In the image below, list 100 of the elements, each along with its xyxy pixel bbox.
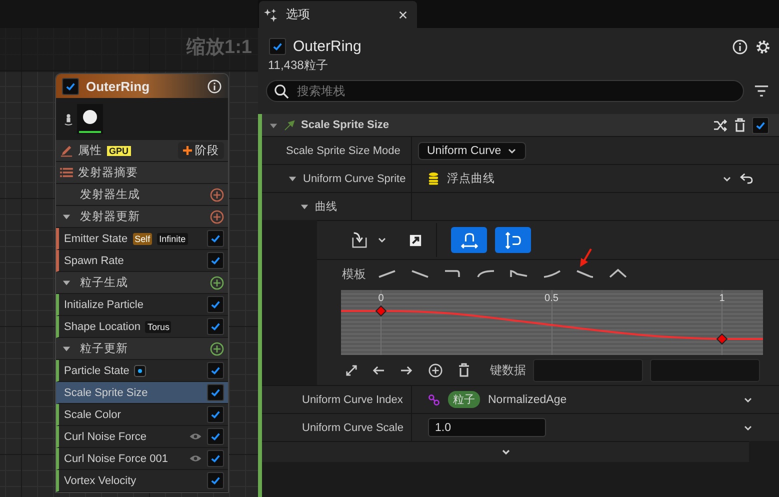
curve-template-icon[interactable] xyxy=(575,268,595,280)
curve-template-icon[interactable] xyxy=(410,268,430,280)
curve-template-icon[interactable] xyxy=(377,268,397,280)
key-marker[interactable] xyxy=(716,333,728,345)
checkbox[interactable] xyxy=(207,384,224,401)
expand-arrow-icon[interactable] xyxy=(62,212,71,221)
stage-label: 发射器生成 xyxy=(80,188,140,202)
emitter-node[interactable] xyxy=(55,73,229,493)
chevron-down-icon[interactable] xyxy=(500,447,510,457)
add-module-icon[interactable] xyxy=(210,276,224,290)
curve-template-icon[interactable] xyxy=(443,268,463,280)
module-name: Initialize Particle xyxy=(64,298,144,310)
check-icon xyxy=(210,233,221,244)
add-module-icon[interactable] xyxy=(210,210,224,224)
checkbox[interactable] xyxy=(207,230,224,247)
expand-arrow-icon[interactable] xyxy=(62,278,71,287)
expand-arrow-icon[interactable] xyxy=(269,120,278,130)
chevron-down-icon[interactable] xyxy=(377,235,387,245)
checkbox[interactable] xyxy=(207,428,224,445)
module-header[interactable]: Scale Sprite Size xyxy=(262,114,779,136)
module-row[interactable]: Spawn Rate xyxy=(56,250,228,272)
stage-header[interactable]: 粒子更新 xyxy=(56,338,228,360)
number-field[interactable]: 1.0 xyxy=(428,418,546,437)
module-row[interactable]: Shape Location Torus xyxy=(56,316,228,338)
link-icon[interactable] xyxy=(428,394,440,406)
node-row[interactable]: 属性 GPU 阶段 xyxy=(56,140,228,162)
panel-tab[interactable]: 选项 xyxy=(259,1,417,28)
module-row[interactable]: Initialize Particle xyxy=(56,294,228,316)
check-icon xyxy=(210,321,221,332)
settings-icon[interactable] xyxy=(755,38,771,54)
flip-horizontal-icon xyxy=(460,232,478,248)
summary-label: 发射器摘要 xyxy=(78,166,138,180)
external-link-icon[interactable] xyxy=(409,234,422,246)
pencil-icon xyxy=(60,144,73,157)
expand-arrow-icon[interactable] xyxy=(62,344,71,353)
curve-template-icon[interactable] xyxy=(509,268,529,280)
filter-icon[interactable] xyxy=(754,85,769,97)
tab-label: 选项 xyxy=(286,6,311,23)
module-row[interactable]: Scale Sprite Size xyxy=(56,382,228,404)
checkbox[interactable] xyxy=(207,296,224,313)
module-row[interactable]: Emitter State Self Infinite xyxy=(56,228,228,250)
info-icon[interactable] xyxy=(732,38,748,54)
checkbox[interactable] xyxy=(207,450,224,467)
property-label: Uniform Curve Scale xyxy=(302,422,404,434)
eye-icon[interactable] xyxy=(189,454,202,463)
stage-header[interactable]: 发射器更新 xyxy=(56,206,228,228)
checkbox[interactable] xyxy=(207,406,224,423)
reset-icon[interactable] xyxy=(740,173,753,184)
checkbox[interactable] xyxy=(207,252,224,269)
node-title: OuterRing xyxy=(86,78,151,94)
import-icon[interactable] xyxy=(350,232,369,248)
checkbox[interactable] xyxy=(752,116,769,134)
checkbox[interactable] xyxy=(207,318,224,335)
stage-header[interactable]: 粒子生成 xyxy=(56,272,228,294)
add-module-icon[interactable] xyxy=(210,188,224,202)
module-tag: Self xyxy=(132,232,152,244)
curve-mode-toggle[interactable] xyxy=(451,227,487,253)
input-field[interactable] xyxy=(533,358,643,382)
module-row[interactable]: Scale Color xyxy=(56,404,228,426)
module-name: Curl Noise Force 001 xyxy=(64,452,168,464)
sprite-thumbnail[interactable] xyxy=(77,104,103,134)
check-icon xyxy=(65,80,76,92)
close-icon[interactable] xyxy=(399,10,407,18)
stage-header[interactable]: 发射器生成 xyxy=(56,184,228,206)
check-icon xyxy=(272,41,283,52)
curve-template-icon[interactable] xyxy=(476,268,496,280)
mode-dropdown[interactable]: Uniform Curve xyxy=(418,142,526,160)
module-row[interactable]: Curl Noise Force xyxy=(56,426,228,448)
module-row[interactable]: Curl Noise Force 001 xyxy=(56,448,228,470)
info-icon[interactable] xyxy=(207,78,222,94)
curve-template-icon[interactable] xyxy=(542,268,562,280)
pin-icon[interactable] xyxy=(64,112,73,126)
tick-label: 1 xyxy=(719,293,725,304)
checkbox[interactable] xyxy=(269,38,286,55)
curve-template-icon[interactable] xyxy=(608,268,628,280)
add-key-icon[interactable] xyxy=(428,362,443,378)
checkbox[interactable] xyxy=(207,362,224,379)
checkbox[interactable] xyxy=(62,78,79,94)
templates-label: 模板 xyxy=(342,266,366,282)
arrow-right-icon[interactable] xyxy=(400,364,413,376)
eye-icon[interactable] xyxy=(189,432,202,441)
add-stage-button[interactable]: 阶段 xyxy=(178,142,224,159)
expand-arrow-icon[interactable] xyxy=(300,202,309,211)
module-row[interactable]: Vortex Velocity xyxy=(56,470,228,492)
shuffle-icon[interactable] xyxy=(713,118,728,132)
module-tag: Torus xyxy=(145,320,172,332)
trash-icon[interactable] xyxy=(458,363,470,377)
add-module-icon[interactable] xyxy=(210,342,224,356)
input-field[interactable] xyxy=(650,358,760,382)
search-field[interactable]: 搜索堆栈 xyxy=(266,80,744,102)
curve-mode-toggle[interactable] xyxy=(495,227,531,253)
module-row[interactable]: Particle State xyxy=(56,360,228,382)
arrow-left-icon[interactable] xyxy=(372,364,385,376)
checkbox[interactable] xyxy=(207,472,224,489)
fit-icon[interactable] xyxy=(346,364,357,376)
trash-icon[interactable] xyxy=(734,118,746,132)
expand-arrow-icon[interactable] xyxy=(288,174,297,183)
key-marker[interactable] xyxy=(375,305,387,317)
node-row[interactable]: 发射器摘要 xyxy=(56,162,228,184)
curve-graph[interactable]: 0 0.5 1 xyxy=(341,290,763,355)
